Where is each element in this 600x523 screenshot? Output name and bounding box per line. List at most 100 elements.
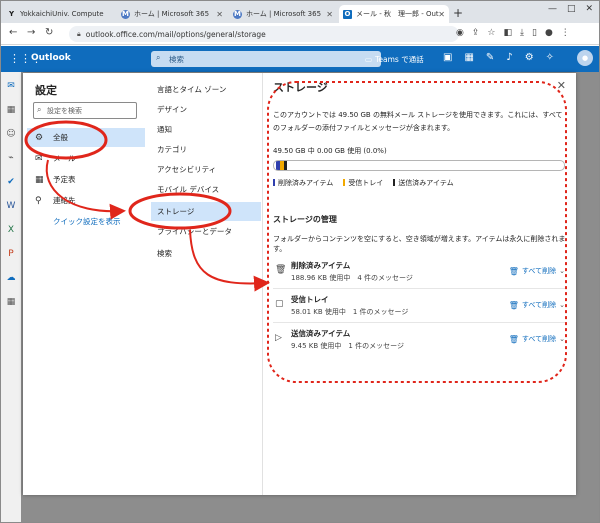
- legend-label: 削除済みアイテム: [278, 179, 334, 187]
- menu-dots-icon[interactable]: ⋮: [561, 28, 570, 38]
- settings-gear-icon[interactable]: ⚙: [525, 52, 534, 63]
- nav-label: メール: [53, 154, 76, 163]
- browser-tab-1[interactable]: Y YokkaichiUniv. Compute: [3, 5, 115, 23]
- new-tab-button[interactable]: +: [453, 6, 463, 20]
- delete-all-label: すべて削除: [521, 267, 557, 275]
- browser-tab-4-active[interactable]: O メール - 秋 理一郎 - Out ✕: [339, 5, 449, 23]
- browser-tab-2[interactable]: M ホーム | Microsoft 365 ✕: [117, 5, 227, 23]
- tab-close-icon[interactable]: ✕: [326, 10, 333, 19]
- storage-panel: ストレージ ✕ このアカウントでは 49.50 GB の無料メール ストレージを…: [263, 73, 576, 495]
- tips-icon[interactable]: ✧: [546, 52, 554, 63]
- settings-title: 設定: [35, 84, 57, 97]
- legend-swatch: [343, 179, 346, 186]
- subnav-search[interactable]: 検索: [151, 244, 261, 263]
- powerpoint-rail-icon[interactable]: P: [5, 248, 17, 260]
- mail-rail-icon[interactable]: ✉: [5, 80, 17, 92]
- people-rail-icon[interactable]: ☺: [5, 128, 17, 140]
- subnav-accessibility[interactable]: アクセシビリティ: [151, 160, 261, 179]
- forward-arrow-icon[interactable]: →: [27, 27, 35, 38]
- excel-rail-icon[interactable]: X: [5, 224, 17, 236]
- tab-close-icon[interactable]: ✕: [216, 10, 223, 19]
- manage-storage-description: フォルダーからコンテンツを空にすると、空き領域が増えます。アイテムは永久に削除さ…: [273, 235, 566, 253]
- more-apps-rail-icon[interactable]: ▦: [5, 296, 17, 308]
- extensions-icon[interactable]: ◧: [503, 28, 512, 38]
- folder-size: 9.45 KB 使用中 1 件のメッセージ: [291, 342, 404, 350]
- edit-icon[interactable]: ✎: [486, 52, 494, 63]
- outlook-search-input[interactable]: ⌕ 検索: [151, 51, 381, 67]
- subnav-privacy-data[interactable]: プライバシーとデータ: [151, 222, 261, 241]
- chevron-down-icon: ⌄: [559, 301, 565, 309]
- nav-label: 全般: [53, 133, 68, 142]
- sidepanel-icon[interactable]: ▯: [532, 28, 537, 38]
- subnav-categories[interactable]: カテゴリ: [151, 140, 261, 159]
- microsoft365-favicon-icon: M: [121, 9, 130, 19]
- teams-call-button[interactable]: ▭ Teams で通話: [365, 54, 424, 65]
- browser-toolbar-icons: ◉ ⇪ ☆ ◧ ⤓ ▯ ● ⋮: [456, 28, 570, 38]
- share-icon[interactable]: ⇪: [472, 28, 480, 38]
- settings-subnav-column: 言語とタイム ゾーン デザイン 通知 カテゴリ アクセシビリティ モバイル デバ…: [147, 73, 263, 495]
- storage-title: ストレージ: [273, 81, 328, 94]
- subnav-language-time[interactable]: 言語とタイム ゾーン: [151, 80, 261, 99]
- storage-usage-text: 49.50 GB 中 0.00 GB 使用 (0.0%): [273, 147, 387, 155]
- subnav-storage[interactable]: ストレージ: [151, 202, 261, 221]
- delete-all-label: すべて削除: [521, 335, 557, 343]
- chevron-down-icon: ⌄: [559, 267, 565, 275]
- minimize-button[interactable]: —: [548, 4, 557, 14]
- star-icon[interactable]: ☆: [487, 28, 495, 38]
- eye-icon[interactable]: ◉: [456, 28, 464, 38]
- onedrive-rail-icon[interactable]: ☁: [5, 272, 17, 284]
- delete-all-button[interactable]: 🗑︎ すべて削除 ⌄: [509, 300, 565, 310]
- nav-calendar[interactable]: ▦ 予定表: [27, 170, 145, 189]
- legend-label: 受信トレイ: [348, 179, 384, 187]
- folder-size: 58.01 KB 使用中 1 件のメッセージ: [291, 308, 409, 316]
- user-avatar[interactable]: ●: [577, 50, 593, 66]
- nav-mail[interactable]: ✉ メール: [27, 149, 145, 168]
- quick-settings-link[interactable]: クイック設定を表示: [53, 216, 121, 227]
- word-rail-icon[interactable]: W: [5, 200, 17, 212]
- nav-general[interactable]: ⚙ 全般: [27, 128, 145, 147]
- delete-all-label: すべて削除: [521, 301, 557, 309]
- microsoft365-favicon-icon: M: [233, 9, 242, 19]
- trash-folder-icon: 🗑︎: [275, 265, 287, 275]
- close-window-button[interactable]: ✕: [585, 4, 593, 14]
- trash-icon: 🗑︎: [508, 334, 519, 344]
- subnav-appearance[interactable]: デザイン: [151, 100, 261, 119]
- url-field[interactable]: 🔒︎ outlook.office.com/mail/options/gener…: [69, 26, 459, 42]
- folder-name: 削除済みアイテム: [291, 261, 351, 270]
- search-icon: ⌕: [156, 53, 161, 62]
- tab-close-icon[interactable]: ✕: [438, 10, 445, 19]
- download-icon[interactable]: ⤓: [520, 28, 524, 38]
- close-icon[interactable]: ✕: [557, 79, 566, 92]
- reload-icon[interactable]: ↻: [45, 27, 53, 38]
- nav-people[interactable]: ⚲ 連絡先: [27, 191, 145, 210]
- profile-icon[interactable]: ●: [545, 28, 553, 38]
- folder-row-sent: ▷ 送信済みアイテム 9.45 KB 使用中 1 件のメッセージ 🗑︎ すべて削除…: [273, 325, 567, 357]
- office-icon[interactable]: ▣: [443, 52, 452, 63]
- subnav-mobile-devices[interactable]: モバイル デバイス: [151, 180, 261, 199]
- browser-tab-3[interactable]: M ホーム | Microsoft 365 ✕: [229, 5, 337, 23]
- todo-rail-icon[interactable]: ✔: [5, 176, 17, 188]
- legend-swatch: [273, 179, 275, 186]
- bell-icon[interactable]: ♪: [506, 52, 512, 63]
- calendar-rail-icon[interactable]: ▦: [5, 104, 17, 116]
- calendar-header-icon[interactable]: ▦: [464, 52, 473, 63]
- maximize-button[interactable]: □: [567, 4, 576, 14]
- attach-rail-icon[interactable]: ⌁: [5, 152, 17, 164]
- outlook-app-name: Outlook: [31, 53, 71, 63]
- delete-all-button[interactable]: 🗑︎ すべて削除 ⌄: [509, 266, 565, 276]
- back-arrow-icon[interactable]: ←: [9, 27, 17, 38]
- usage-segment-sent: [284, 161, 287, 170]
- folder-name: 送信済みアイテム: [291, 329, 351, 338]
- manage-storage-title: ストレージの管理: [273, 215, 337, 224]
- subnav-notifications[interactable]: 通知: [151, 120, 261, 139]
- search-icon: ⌕: [37, 105, 42, 114]
- teams-label: Teams で通話: [375, 55, 424, 64]
- mail-icon: ✉: [35, 153, 43, 164]
- settings-search-placeholder: 設定を検索: [47, 106, 82, 115]
- search-placeholder: 検索: [169, 54, 184, 64]
- tab-title: YokkaichiUniv. Compute: [20, 10, 104, 18]
- settings-search-input[interactable]: ⌕ 設定を検索: [33, 102, 137, 119]
- storage-description: このアカウントでは 49.50 GB の無料メール ストレージを使用できます。こ…: [273, 111, 563, 132]
- legend-swatch: [393, 179, 396, 186]
- delete-all-button[interactable]: 🗑︎ すべて削除 ⌄: [509, 334, 565, 344]
